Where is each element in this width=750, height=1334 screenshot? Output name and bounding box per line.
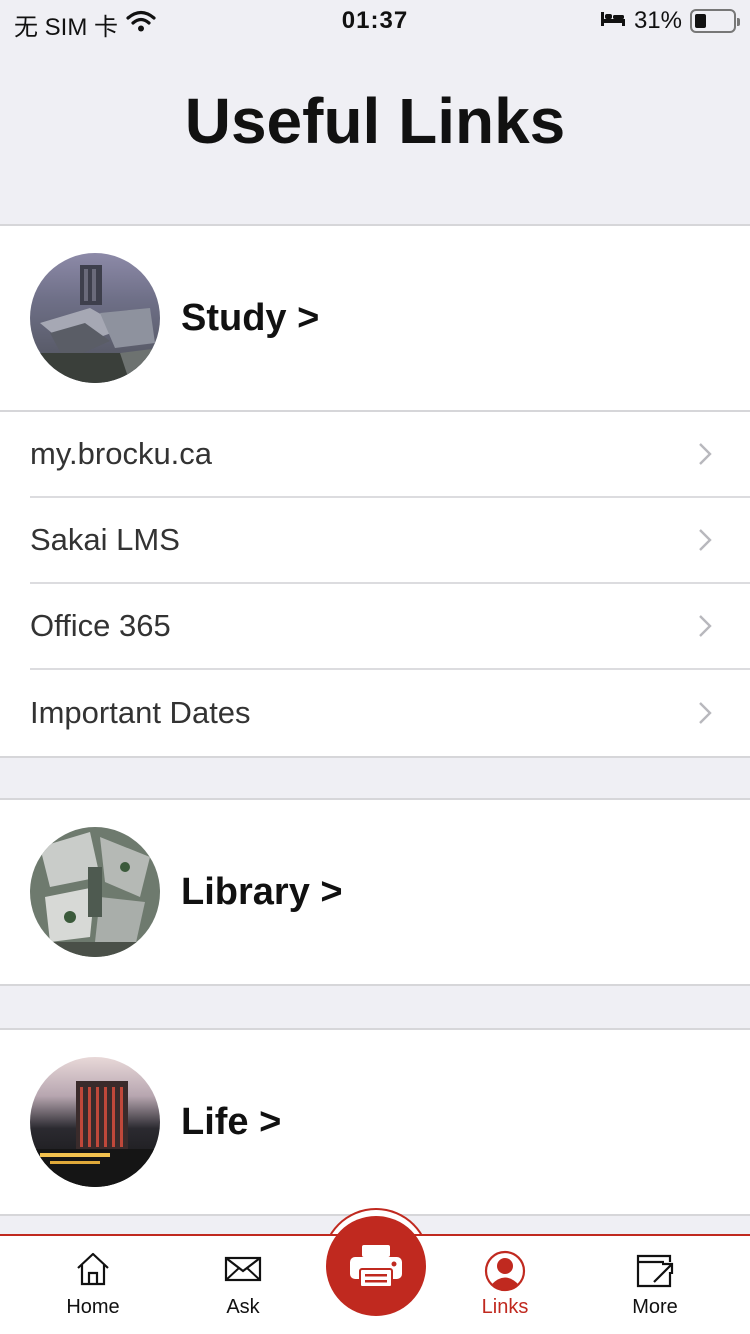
- life-tower-photo: [30, 1057, 160, 1187]
- section-life: Life >: [0, 1028, 750, 1216]
- status-bar: 无 SIM 卡 01:37 31%: [0, 0, 750, 41]
- external-link-icon: [636, 1254, 674, 1288]
- section-life-title: Life >: [181, 1100, 282, 1143]
- link-label: my.brocku.ca: [30, 436, 213, 471]
- study-campus-photo: [30, 253, 160, 383]
- library-aerial-photo: [30, 827, 160, 957]
- link-label: Important Dates: [30, 695, 251, 730]
- tab-links[interactable]: Links: [430, 1236, 580, 1334]
- section-library-title: Library >: [181, 870, 343, 913]
- section-library-header[interactable]: Library >: [0, 800, 750, 984]
- section-life-header[interactable]: Life >: [0, 1030, 750, 1214]
- person-icon: [484, 1250, 526, 1292]
- page-title: Useful Links: [184, 85, 566, 157]
- link-label: Sakai LMS: [30, 522, 180, 557]
- chevron-right-icon: [699, 702, 712, 724]
- chevron-right-icon: [699, 443, 712, 465]
- battery-fill: [695, 14, 706, 28]
- battery-percent: 31%: [633, 7, 682, 34]
- status-right: 31%: [600, 7, 740, 35]
- chevron-right-icon: [699, 529, 712, 551]
- link-sakai-lms[interactable]: Sakai LMS: [30, 498, 750, 584]
- printer-icon: [350, 1245, 402, 1288]
- tab-home-label: Home: [66, 1296, 120, 1318]
- link-label: Office 365: [30, 608, 171, 643]
- print-button[interactable]: [326, 1216, 426, 1316]
- study-links-list: my.brocku.ca Sakai LMS Office 365 Import…: [0, 410, 750, 756]
- link-important-dates[interactable]: Important Dates: [30, 670, 750, 756]
- home-icon: [77, 1252, 109, 1286]
- section-study-header[interactable]: Study >: [0, 226, 750, 410]
- tab-links-label: Links: [481, 1296, 529, 1318]
- link-office-365[interactable]: Office 365: [30, 584, 750, 670]
- section-study-title: Study >: [181, 296, 320, 339]
- tab-ask-label: Ask: [226, 1296, 260, 1318]
- tab-home[interactable]: Home: [18, 1236, 168, 1334]
- tab-ask[interactable]: Ask: [168, 1236, 318, 1334]
- mail-icon: [224, 1256, 262, 1282]
- tab-more-label: More: [632, 1296, 678, 1318]
- tab-more[interactable]: More: [580, 1236, 730, 1334]
- section-study: Study > my.brocku.ca Sakai LMS Office 36…: [0, 224, 750, 758]
- section-library: Library >: [0, 798, 750, 986]
- bed-icon: [600, 7, 626, 35]
- link-my-brocku[interactable]: my.brocku.ca: [30, 412, 750, 498]
- battery-icon: [690, 9, 740, 33]
- chevron-right-icon: [699, 615, 712, 637]
- battery-cap: [737, 18, 740, 26]
